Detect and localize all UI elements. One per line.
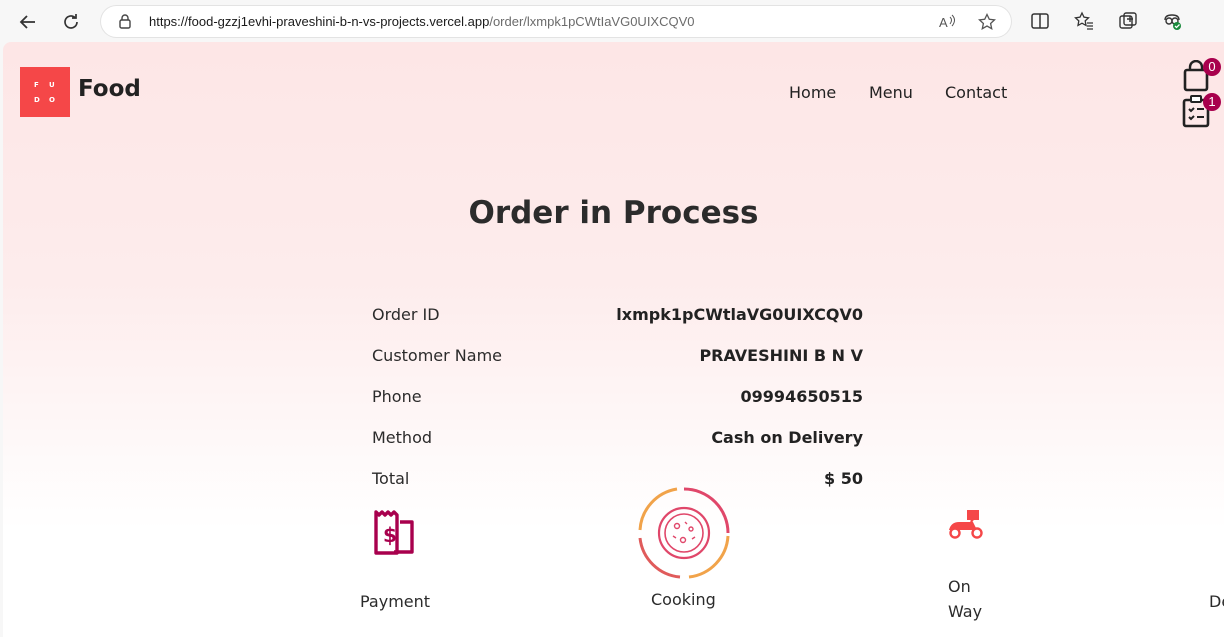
step-cooking-label: Cooking <box>651 590 716 609</box>
url-host: https://food-gzzj1evhi-praveshini-b-n-vs… <box>149 14 490 29</box>
logo[interactable]: F U D O <box>20 67 70 117</box>
extensions-icon[interactable] <box>1162 11 1182 31</box>
step-payment-label: Payment <box>360 592 431 611</box>
phone-label: Phone <box>372 387 422 406</box>
logo-letter: D <box>34 96 40 104</box>
nav-contact[interactable]: Contact <box>945 83 1007 102</box>
url-path: /order/lxmpk1pCWtIaVG0UIXCQV0 <box>489 14 695 29</box>
favorites-icon[interactable] <box>1074 11 1094 31</box>
svg-text:$: $ <box>383 523 397 547</box>
nav-home[interactable]: Home <box>789 83 836 102</box>
brand-name[interactable]: Food <box>78 76 141 102</box>
order-id-value: lxmpk1pCWtlaVG0UIXCQV0 <box>616 305 863 324</box>
browser-toolbar: https://food-gzzj1evhi-praveshini-b-n-vs… <box>0 0 1224 42</box>
cart-count-badge: 0 <box>1203 58 1221 76</box>
step-delivered-label: De <box>1209 592 1224 611</box>
logo-letter: U <box>49 81 55 89</box>
total-label: Total <box>372 469 410 488</box>
page-content: F U D O Food Home Menu Contact 0 1 Order… <box>3 42 1224 637</box>
method-row: Method Cash on Delivery <box>372 428 863 452</box>
back-icon[interactable] <box>15 9 41 35</box>
favorite-star-icon[interactable] <box>978 13 996 31</box>
svg-text:A: A <box>939 15 948 30</box>
customer-name-row: Customer Name PRAVESHINI B N V <box>372 346 863 370</box>
phone-value: 09994650515 <box>740 387 863 406</box>
nav-menu[interactable]: Menu <box>869 83 913 102</box>
order-id-row: Order ID lxmpk1pCWtlaVG0UIXCQV0 <box>372 305 863 329</box>
read-aloud-icon[interactable]: A <box>938 13 956 31</box>
refresh-icon[interactable] <box>58 9 84 35</box>
phone-row: Phone 09994650515 <box>372 387 863 411</box>
lock-icon[interactable] <box>117 13 133 29</box>
customer-name-value: PRAVESHINI B N V <box>699 346 863 365</box>
page-title: Order in Process <box>468 195 759 231</box>
pizza-icon <box>638 487 730 579</box>
order-id-label: Order ID <box>372 305 440 324</box>
split-screen-icon[interactable] <box>1030 11 1050 31</box>
logo-letter: O <box>49 96 55 104</box>
logo-letter: F <box>34 81 39 89</box>
scooter-icon <box>949 510 983 539</box>
bill-dollar-icon: $ <box>374 510 414 555</box>
orders-count-badge: 1 <box>1203 93 1221 111</box>
collections-icon[interactable] <box>1118 11 1138 31</box>
step-on-way-label-line2: Way <box>948 602 983 621</box>
total-row: Total $ 50 <box>372 469 863 493</box>
url-text[interactable]: https://food-gzzj1evhi-praveshini-b-n-vs… <box>149 14 695 29</box>
step-on-way-label-line1: On <box>948 577 971 596</box>
total-value: $ 50 <box>824 469 863 488</box>
method-value: Cash on Delivery <box>711 428 863 447</box>
customer-name-label: Customer Name <box>372 346 503 365</box>
address-bar[interactable]: https://food-gzzj1evhi-praveshini-b-n-vs… <box>101 6 1011 37</box>
method-label: Method <box>372 428 433 447</box>
